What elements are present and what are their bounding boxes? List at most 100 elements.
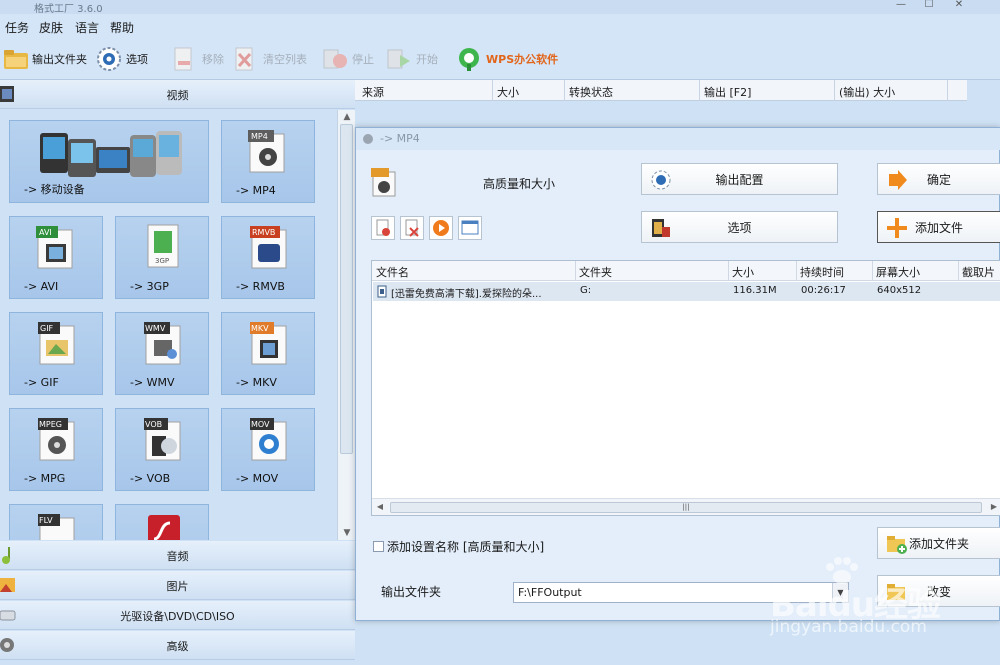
tile-mobile-device-label: -> 移动设备 xyxy=(24,183,85,196)
remove-label: 移除 xyxy=(202,53,224,66)
tile-vob[interactable]: VOB -> VOB xyxy=(115,408,209,491)
tile-avi[interactable]: AVI -> AVI xyxy=(9,216,103,299)
svg-text:3GP: 3GP xyxy=(155,257,169,265)
output-folder-button[interactable]: 输出文件夹 xyxy=(2,44,87,74)
remove-icon xyxy=(172,46,198,72)
wps-label: WPS办公软件 xyxy=(486,53,559,66)
svg-text:RMVB: RMVB xyxy=(252,228,275,237)
menu-language[interactable]: 语言 xyxy=(75,19,99,36)
info-window-icon xyxy=(461,220,479,235)
dialog-app-icon xyxy=(363,134,373,144)
menu-skin[interactable]: 皮肤 xyxy=(39,19,63,36)
window-title: 格式工厂 3.6.0 xyxy=(34,4,103,15)
start-button[interactable]: 开始 xyxy=(386,44,438,74)
add-folder-label: 添加文件夹 xyxy=(908,536,969,551)
info-button[interactable] xyxy=(458,216,482,240)
svg-text:VOB: VOB xyxy=(145,420,162,429)
tile-rmvb[interactable]: RMVB -> RMVB xyxy=(221,216,315,299)
tile-mpg[interactable]: MPEG -> MPG xyxy=(9,408,103,491)
play-button[interactable] xyxy=(429,216,453,240)
scroll-up-arrow[interactable]: ▲ xyxy=(342,112,352,122)
hscroll-thumb[interactable]: ||| xyxy=(390,502,982,513)
th-duration[interactable]: 持续时间 xyxy=(800,264,844,280)
scroll-thumb[interactable] xyxy=(340,124,353,454)
mkv-format-icon: MKV xyxy=(250,322,287,365)
table-row[interactable]: [迅雷免费高清下载].爱探险的朵... G: 116.31M 00:26:17 … xyxy=(373,282,1000,301)
dialog-title-bar: -> MP4 xyxy=(356,128,1000,150)
cell-filename: [迅雷免费高清下载].爱探险的朵... xyxy=(391,289,542,300)
flv-format-icon: FLV xyxy=(38,514,75,540)
col-size[interactable]: 大小 xyxy=(497,84,519,100)
clear-files-button[interactable] xyxy=(400,216,424,240)
mpg-format-icon: MPEG xyxy=(38,418,75,461)
th-folder[interactable]: 文件夹 xyxy=(579,264,612,280)
scroll-down-arrow[interactable]: ▼ xyxy=(342,528,352,538)
file-table-hscroll[interactable]: ◀ ||| ▶ xyxy=(372,498,1000,515)
options-button[interactable]: 选项 xyxy=(96,44,148,74)
tile-3gp-label: -> 3GP xyxy=(130,280,169,293)
left-panel: 视频 -> 移动设备 MP4 -> MP4 AVI -> AVI 3GP -> … xyxy=(0,80,355,665)
tile-scrollbar[interactable]: ▲ ▼ xyxy=(337,110,355,540)
close-button[interactable]: ✕ xyxy=(948,0,970,12)
col-status[interactable]: 转换状态 xyxy=(569,84,613,100)
add-setting-name-checkbox[interactable]: 添加设置名称 [高质量和大小] xyxy=(373,538,544,555)
col-output-size[interactable]: (输出) 大小 xyxy=(839,84,895,100)
col-source[interactable]: 来源 xyxy=(362,84,384,100)
clear-list-label: 清空列表 xyxy=(263,53,307,66)
th-filename[interactable]: 文件名 xyxy=(376,264,409,280)
category-audio[interactable]: 音频 xyxy=(0,541,355,570)
col-output[interactable]: 输出 [F2] xyxy=(704,84,751,100)
th-screen-size[interactable]: 屏幕大小 xyxy=(876,264,920,280)
tile-gif[interactable]: GIF -> GIF xyxy=(9,312,103,395)
tile-3gp[interactable]: 3GP -> 3GP xyxy=(115,216,209,299)
ok-button[interactable]: 确定 xyxy=(877,163,1000,195)
hscroll-left-arrow[interactable]: ◀ xyxy=(375,502,385,511)
th-size[interactable]: 大小 xyxy=(732,264,754,280)
options-label: 选项 xyxy=(126,53,148,66)
remove-button[interactable]: 移除 xyxy=(172,44,224,74)
wps-icon xyxy=(456,46,482,72)
mov-format-icon: MOV xyxy=(250,418,287,461)
tile-mp4-label: -> MP4 xyxy=(236,184,276,197)
tile-mpg-label: -> MPG xyxy=(24,472,66,485)
tile-mov[interactable]: MOV -> MOV xyxy=(221,408,315,491)
rmvb-format-icon: RMVB xyxy=(250,226,287,269)
tile-mp4[interactable]: MP4 -> MP4 xyxy=(221,120,315,203)
convert-dialog: -> MP4 高质量和大小 输出配置 确定 选项 添加文件 文件名 文件夹 大小… xyxy=(355,127,1000,621)
svg-text:AVI: AVI xyxy=(39,228,52,237)
category-rom-device[interactable]: 光驱设备\DVD\CD\ISO xyxy=(0,601,355,630)
add-setting-name-label: 添加设置名称 [高质量和大小] xyxy=(387,540,545,554)
dialog-options-button[interactable]: 选项 xyxy=(641,211,838,243)
remove-file-button[interactable] xyxy=(371,216,395,240)
start-icon xyxy=(386,46,412,72)
add-file-button[interactable]: 添加文件 xyxy=(877,211,1000,243)
cell-screen-size: 640x512 xyxy=(877,285,922,296)
profile-label: 高质量和大小 xyxy=(483,177,556,191)
stop-button[interactable]: 停止 xyxy=(322,44,374,74)
hscroll-right-arrow[interactable]: ▶ xyxy=(989,502,999,511)
tile-mobile-device[interactable]: -> 移动设备 xyxy=(9,120,209,203)
category-advanced[interactable]: 高级 xyxy=(0,631,355,660)
tile-swf[interactable] xyxy=(115,504,209,540)
cell-duration: 00:26:17 xyxy=(801,285,846,296)
maximize-button[interactable]: ☐ xyxy=(918,0,940,12)
wps-button[interactable]: WPS办公软件 xyxy=(456,44,558,74)
clear-list-button[interactable]: 清空列表 xyxy=(233,44,307,74)
tile-flv[interactable]: FLV xyxy=(9,504,103,540)
menu-task[interactable]: 任务 xyxy=(5,19,29,36)
dialog-title: -> MP4 xyxy=(380,132,420,145)
wmv-format-icon: WMV xyxy=(144,322,181,365)
category-picture[interactable]: 图片 xyxy=(0,571,355,600)
tile-wmv[interactable]: WMV -> WMV xyxy=(115,312,209,395)
tile-wmv-label: -> WMV xyxy=(130,376,175,389)
tile-mkv[interactable]: MKV -> MKV xyxy=(221,312,315,395)
menu-help[interactable]: 帮助 xyxy=(110,19,134,36)
category-video[interactable]: 视频 xyxy=(0,80,355,109)
checkbox-box[interactable] xyxy=(373,541,384,552)
output-config-button[interactable]: 输出配置 xyxy=(641,163,838,195)
stop-icon xyxy=(322,46,348,72)
category-picture-label: 图片 xyxy=(166,580,189,593)
minimize-button[interactable]: — xyxy=(890,0,912,12)
svg-text:MKV: MKV xyxy=(251,324,269,333)
remove-file-icon xyxy=(376,219,390,236)
